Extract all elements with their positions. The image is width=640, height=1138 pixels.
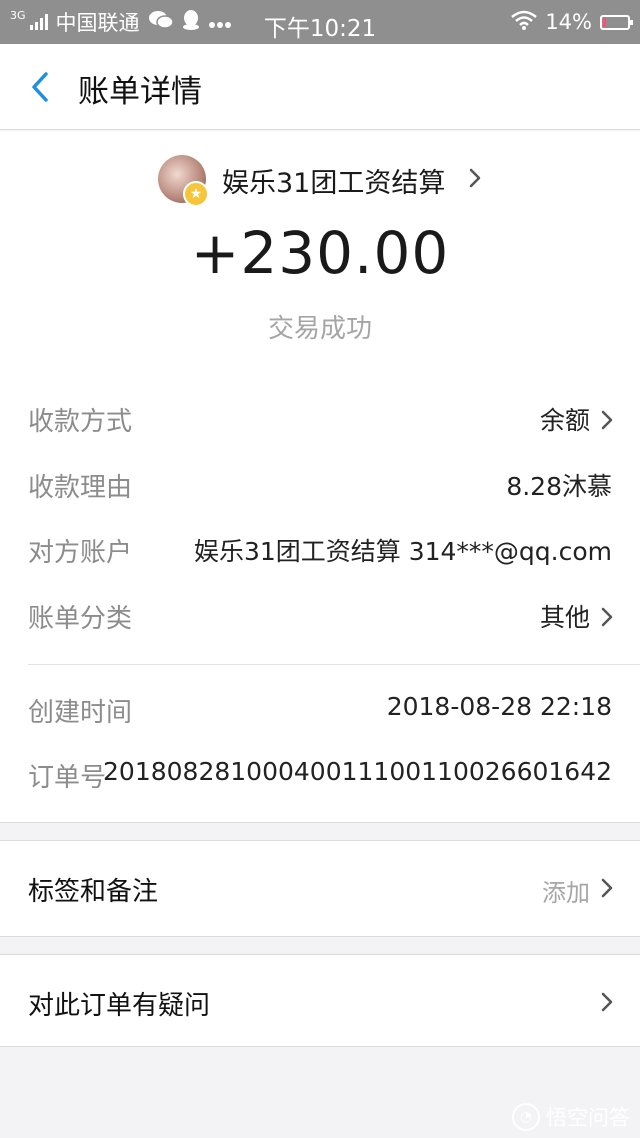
merchant-name: 娱乐31团工资结算 bbox=[222, 168, 446, 199]
detail-value: 8.28沐慕 bbox=[506, 472, 612, 501]
status-bar: 3G 中国联通 下午10:21 14% bbox=[0, 0, 640, 44]
add-tag-button[interactable]: 添加 bbox=[542, 873, 590, 908]
detail-label: 收款理由 bbox=[28, 473, 133, 503]
tags-notes-row[interactable]: 标签和备注 添加 bbox=[0, 840, 640, 937]
transaction-amount: +230.00 bbox=[190, 219, 450, 287]
tags-label: 标签和备注 bbox=[28, 877, 159, 907]
battery-icon bbox=[600, 14, 633, 30]
detail-label: 收款方式 bbox=[28, 407, 133, 437]
divider bbox=[28, 664, 640, 665]
detail-row-category[interactable]: 账单分类 其他 bbox=[0, 586, 640, 646]
watermark-logo-icon: ◔ bbox=[512, 1103, 540, 1131]
chevron-right-icon bbox=[601, 607, 613, 627]
detail-row-order-number: 订单号 20180828100040011100110026601642 bbox=[0, 745, 640, 805]
question-label: 对此订单有疑问 bbox=[28, 991, 211, 1021]
page-title: 账单详情 bbox=[78, 74, 202, 110]
battery-percent: 14% bbox=[545, 10, 592, 34]
chevron-right-icon bbox=[601, 878, 613, 898]
detail-label: 对方账户 bbox=[28, 538, 133, 568]
watermark: ◔ 悟空问答 bbox=[512, 1102, 630, 1132]
detail-value: 2018-08-28 22:18 bbox=[386, 692, 612, 721]
back-button[interactable] bbox=[24, 70, 58, 104]
detail-value: 娱乐31团工资结算 314***@qq.com bbox=[193, 537, 612, 566]
chevron-right-icon bbox=[469, 168, 481, 188]
transaction-status: 交易成功 bbox=[267, 314, 372, 344]
detail-label: 账单分类 bbox=[28, 604, 133, 634]
detail-value: 20180828100040011100110026601642 bbox=[103, 757, 612, 786]
detail-row-reason: 收款理由 8.28沐慕 bbox=[0, 455, 640, 515]
nav-bar: 账单详情 bbox=[0, 44, 640, 130]
wifi-icon bbox=[511, 10, 538, 35]
transaction-card: ★ 娱乐31团工资结算 +230.00 交易成功 收款方式 余额 收款理由 8.… bbox=[0, 131, 640, 823]
chevron-right-icon bbox=[601, 992, 613, 1012]
detail-label: 订单号 bbox=[28, 763, 107, 793]
order-question-row[interactable]: 对此订单有疑问 bbox=[0, 954, 640, 1047]
detail-value: 其他 bbox=[539, 603, 590, 632]
watermark-text: 悟空问答 bbox=[546, 1106, 630, 1130]
chevron-left-icon bbox=[32, 72, 48, 102]
merchant-link[interactable]: ★ 娱乐31团工资结算 bbox=[0, 155, 640, 211]
detail-label: 创建时间 bbox=[28, 698, 133, 728]
detail-row-payment-method[interactable]: 收款方式 余额 bbox=[0, 389, 640, 449]
detail-row-created-time: 创建时间 2018-08-28 22:18 bbox=[0, 680, 640, 740]
star-badge-icon: ★ bbox=[183, 181, 209, 207]
detail-value: 余额 bbox=[539, 406, 590, 435]
detail-row-counterparty: 对方账户 娱乐31团工资结算 314***@qq.com bbox=[0, 520, 640, 580]
chevron-right-icon bbox=[601, 410, 613, 430]
